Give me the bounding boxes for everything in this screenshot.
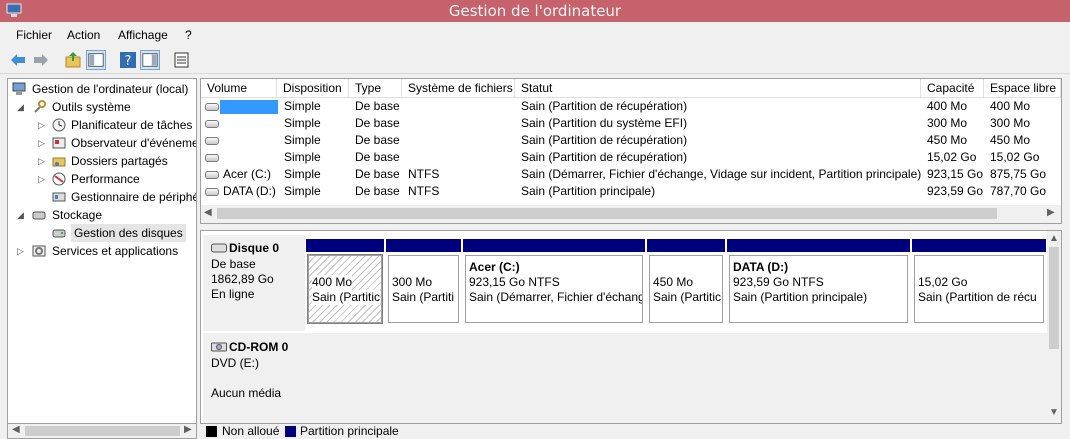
legend: Non alloué Partition principale (200, 424, 1062, 439)
clock-icon (52, 118, 66, 132)
performance-icon (52, 172, 66, 186)
back-arrow-icon[interactable] (8, 50, 28, 70)
drive-icon (205, 120, 219, 128)
svg-text:?: ? (125, 54, 132, 69)
up-folder-icon[interactable] (63, 50, 83, 70)
column-header-status[interactable]: Statut (515, 79, 921, 98)
tree-horizontal-scrollbar[interactable]: ◀ ▶ (7, 424, 197, 439)
menu-action[interactable]: Action (67, 28, 100, 42)
column-header-type[interactable]: Type (349, 79, 402, 98)
computer-icon (12, 82, 26, 95)
disk-graphical-view: Disque 0 De base 1862,89 Go En ligne 400… (200, 230, 1062, 424)
scroll-left-arrow-icon[interactable]: ◀ (12, 424, 20, 435)
disk-management-icon (52, 229, 66, 238)
menu-bar: Fichier Action Affichage ? (0, 22, 1070, 46)
partition-header (306, 239, 384, 252)
collapse-icon[interactable]: ◢ (17, 98, 27, 116)
drive-icon (205, 137, 219, 145)
menu-help[interactable]: ? (185, 28, 192, 42)
partition-data-d[interactable]: DATA (D:) 923,59 Go NTFS Sain (Partition… (727, 239, 910, 325)
scrollbar-thumb[interactable] (25, 426, 180, 436)
device-manager-icon (52, 192, 66, 202)
unallocated-swatch (206, 426, 217, 437)
column-header-disposition[interactable]: Disposition (277, 79, 349, 98)
scroll-right-arrow-icon[interactable]: ▶ (184, 424, 192, 435)
forward-arrow-icon[interactable] (31, 50, 51, 70)
volume-list: Volume Disposition Type Système de fichi… (200, 78, 1062, 224)
scroll-right-arrow-icon[interactable]: ▶ (1047, 207, 1055, 218)
disk-0-label[interactable]: Disque 0 De base 1862,89 Go En ligne (203, 235, 305, 331)
partition-header (647, 239, 725, 252)
expand-icon[interactable]: ▷ (17, 242, 27, 260)
scroll-down-arrow-icon[interactable]: ▼ (1049, 407, 1059, 418)
help-icon[interactable]: ? (118, 50, 138, 70)
toolbar: ? (0, 46, 1070, 74)
partition-header (727, 239, 910, 252)
column-header-filesystem[interactable]: Système de fichiers (402, 79, 515, 98)
partition-header (386, 239, 461, 252)
collapse-icon[interactable]: ◢ (17, 206, 27, 224)
primary-partition-swatch (285, 426, 296, 437)
scroll-left-arrow-icon[interactable]: ◀ (204, 207, 212, 218)
properties-panel-icon[interactable] (140, 50, 160, 70)
menu-affichage[interactable]: Affichage (118, 28, 168, 42)
storage-icon (32, 211, 46, 220)
cdrom-icon (211, 342, 227, 352)
drive-icon (205, 154, 219, 162)
disk-vertical-scrollbar[interactable]: ▲ ▼ (1047, 231, 1061, 423)
column-header-volume[interactable]: Volume (201, 79, 277, 98)
scrollbar-thumb[interactable] (1049, 247, 1059, 349)
partition-header (912, 239, 1046, 252)
event-viewer-icon (52, 137, 66, 149)
expand-icon[interactable]: ▷ (38, 116, 48, 134)
scrollbar-thumb[interactable] (217, 208, 997, 219)
partition-recovery-1[interactable]: 400 Mo Sain (Partitic (306, 239, 384, 325)
column-header-free-space[interactable]: Espace libre (984, 79, 1061, 98)
services-icon (32, 245, 46, 257)
partition-recovery-3[interactable]: 15,02 Go Sain (Partition de récu (912, 239, 1046, 325)
column-header-capacity[interactable]: Capacité (921, 79, 984, 98)
tools-icon (34, 100, 46, 113)
show-hide-tree-icon[interactable] (86, 50, 106, 70)
expand-icon[interactable]: ▷ (38, 170, 48, 188)
cdrom-media-area (305, 333, 1047, 423)
partition-acer-c[interactable]: Acer (C:) 923,15 Go NTFS Sain (Démarrer,… (463, 239, 645, 325)
expand-icon[interactable]: ▷ (38, 152, 48, 170)
scroll-up-arrow-icon[interactable]: ▲ (1049, 233, 1059, 244)
title-bar: Gestion de l'ordinateur (0, 0, 1070, 22)
menu-fichier[interactable]: Fichier (16, 28, 52, 42)
partition-recovery-2[interactable]: 450 Mo Sain (Partitic (647, 239, 725, 325)
cdrom-0-label[interactable]: CD-ROM 0 DVD (E:) Aucun média (203, 333, 305, 423)
expand-icon[interactable]: ▷ (38, 134, 48, 152)
partition-header (463, 239, 645, 252)
export-list-icon[interactable] (172, 50, 192, 70)
drive-icon (205, 103, 219, 111)
window-title: Gestion de l'ordinateur (448, 2, 622, 20)
volume-horizontal-scrollbar[interactable]: ◀ ▶ (201, 205, 1061, 223)
partition-efi[interactable]: 300 Mo Sain (Partiti (386, 239, 461, 325)
hard-disk-icon (211, 243, 227, 253)
console-tree: Gestion de l'ordinateur (local) ◢ Outils… (7, 78, 197, 424)
shared-folder-icon (52, 157, 66, 167)
